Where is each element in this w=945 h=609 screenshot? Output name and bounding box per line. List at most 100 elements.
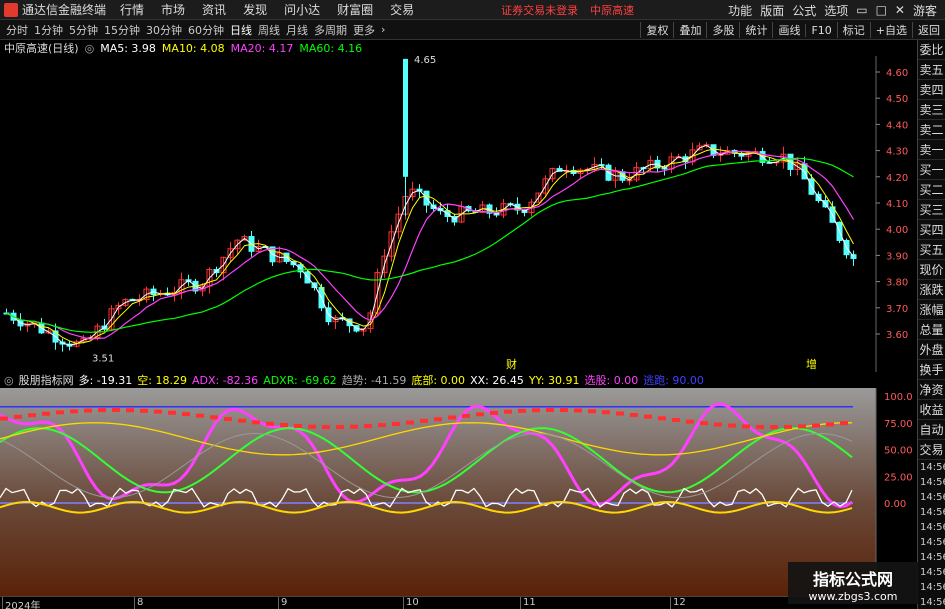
menu-discover[interactable]: 发现 xyxy=(243,1,267,18)
red-block xyxy=(84,408,92,413)
btn-overlay[interactable]: 叠加 xyxy=(673,22,706,38)
red-block xyxy=(238,418,246,423)
side-label[interactable]: 买三 xyxy=(918,200,945,220)
red-block xyxy=(630,413,638,418)
red-block xyxy=(154,409,162,414)
menu-layout[interactable]: 版面 xyxy=(760,2,784,19)
btn-mark[interactable]: 标记 xyxy=(836,22,870,38)
side-time-label[interactable]: 14:56 xyxy=(918,550,945,565)
btn-add-watchlist[interactable]: +自选 xyxy=(869,22,912,38)
period-1min[interactable]: 1分钟 xyxy=(34,22,63,38)
btn-restore-rights[interactable]: 复权 xyxy=(640,22,673,38)
window-close-icon[interactable]: ✕ xyxy=(895,3,905,17)
menu-news[interactable]: 资讯 xyxy=(202,1,226,18)
period-more[interactable]: 更多 xyxy=(353,22,375,38)
btn-back[interactable]: 返回 xyxy=(912,22,945,38)
period-5min[interactable]: 5分钟 xyxy=(69,22,98,38)
spike-candle-body xyxy=(403,58,408,177)
period-30min[interactable]: 30分钟 xyxy=(146,22,182,38)
price-tick-label: 4.40 xyxy=(886,120,908,131)
side-label[interactable]: 买二 xyxy=(918,180,945,200)
side-label[interactable]: 卖一 xyxy=(918,140,945,160)
indicator-taopao: 逃跑: 90.00 xyxy=(643,374,704,387)
side-time-label[interactable]: 14:56 xyxy=(918,595,945,609)
side-mid-label[interactable]: 自动 xyxy=(918,420,945,440)
watermark: 指标公式网 www.zbgs3.com xyxy=(788,562,918,604)
indicator-tick-label: 100.0 xyxy=(884,392,913,403)
window-maximize-icon[interactable]: □ xyxy=(876,3,887,17)
side-label[interactable]: 外盘 xyxy=(918,340,945,360)
red-block xyxy=(616,411,624,416)
indicator-name[interactable]: 股朋指标网 xyxy=(19,372,74,388)
menu-function[interactable]: 功能 xyxy=(728,2,752,19)
side-time-label[interactable]: 14:56 xyxy=(918,520,945,535)
price-tick-label: 3.70 xyxy=(886,304,908,315)
btn-draw-line[interactable]: 画线 xyxy=(772,22,805,38)
side-time-label[interactable]: 14:56 xyxy=(918,565,945,580)
indicator-chart[interactable]: 100.0 75.00 50.00 25.00 0.00 xyxy=(0,388,917,596)
red-block xyxy=(112,407,120,412)
btn-f10[interactable]: F10 xyxy=(805,23,836,37)
red-block xyxy=(504,409,512,414)
side-label[interactable]: 卖二 xyxy=(918,120,945,140)
red-block xyxy=(266,421,274,426)
side-label[interactable]: 买四 xyxy=(918,220,945,240)
menu-bar: 通达信金融终端 行情 市场 资讯 发现 问小达 财富圈 交易 证券交易未登录 中… xyxy=(0,0,945,20)
period-daily[interactable]: 日线 xyxy=(230,22,252,38)
menu-wealth[interactable]: 财富圈 xyxy=(337,1,373,18)
period-monthly[interactable]: 月线 xyxy=(286,22,308,38)
price-tick-label: 3.80 xyxy=(886,278,908,289)
side-time-label[interactable]: 14:56 xyxy=(918,460,945,475)
period-multi[interactable]: 多周期 xyxy=(314,22,347,38)
side-label[interactable]: 净资 xyxy=(918,380,945,400)
side-time-label[interactable]: 14:56 xyxy=(918,505,945,520)
login-warning[interactable]: 证券交易未登录 xyxy=(501,2,578,18)
side-label[interactable]: 现价 xyxy=(918,260,945,280)
side-label[interactable]: 委比 xyxy=(918,40,945,60)
side-label[interactable]: 涨幅 xyxy=(918,300,945,320)
side-time-label[interactable]: 14:56 xyxy=(918,535,945,550)
menu-quotes[interactable]: 行情 xyxy=(120,1,144,18)
side-label[interactable]: 卖五 xyxy=(918,60,945,80)
ma5-label: MA5: 3.98 xyxy=(100,41,156,55)
side-time-label[interactable]: 14:56 xyxy=(918,490,945,505)
date-label: 8 xyxy=(134,597,143,609)
side-time-label[interactable]: 14:56 xyxy=(918,475,945,490)
side-mid-label[interactable]: 交易 xyxy=(918,440,945,460)
menu-options[interactable]: 选项 xyxy=(824,2,848,19)
chart-title[interactable]: 中原高速(日线) xyxy=(4,40,79,56)
side-label[interactable]: 收益 xyxy=(918,400,945,420)
side-label[interactable]: 卖三 xyxy=(918,100,945,120)
side-label[interactable]: 买五 xyxy=(918,240,945,260)
date-label: 11 xyxy=(520,597,536,609)
red-block xyxy=(140,408,148,413)
indicator-tick-label: 75.00 xyxy=(884,419,913,430)
window-minimize-icon[interactable]: ▭ xyxy=(856,3,867,17)
btn-multi-stock[interactable]: 多股 xyxy=(706,22,739,38)
chevron-right-icon[interactable]: › xyxy=(381,23,385,36)
chart-settings-icon[interactable]: ◎ xyxy=(85,42,95,55)
indicator-settings-icon[interactable]: ◎ xyxy=(4,374,14,387)
candlestick-chart[interactable]: 4.60 4.50 4.40 4.30 4.20 4.10 4.00 3.90 3.80 3.70… xyxy=(0,56,917,372)
side-label[interactable]: 涨跌 xyxy=(918,280,945,300)
red-block xyxy=(518,408,526,413)
menu-market[interactable]: 市场 xyxy=(161,1,185,18)
period-tick[interactable]: 分时 xyxy=(6,22,28,38)
guest-label[interactable]: 游客 xyxy=(913,2,937,19)
btn-statistics[interactable]: 统计 xyxy=(739,22,772,38)
side-label[interactable]: 买一 xyxy=(918,160,945,180)
period-weekly[interactable]: 周线 xyxy=(258,22,280,38)
period-60min[interactable]: 60分钟 xyxy=(188,22,224,38)
side-label[interactable]: 换手 xyxy=(918,360,945,380)
period-15min[interactable]: 15分钟 xyxy=(104,22,140,38)
price-tick-label: 4.50 xyxy=(886,94,908,105)
menu-formula[interactable]: 公式 xyxy=(792,2,816,19)
menu-trade[interactable]: 交易 xyxy=(390,1,414,18)
menu-ask[interactable]: 问小达 xyxy=(284,1,320,18)
indicator-yy: YY: 30.91 xyxy=(528,373,580,387)
high-price-label: 4.65 xyxy=(414,56,436,66)
side-label[interactable]: 总量 xyxy=(918,320,945,340)
side-time-label[interactable]: 14:56 xyxy=(918,580,945,595)
side-label[interactable]: 卖四 xyxy=(918,80,945,100)
indicator-kong: 空: 18.29 xyxy=(137,374,187,387)
